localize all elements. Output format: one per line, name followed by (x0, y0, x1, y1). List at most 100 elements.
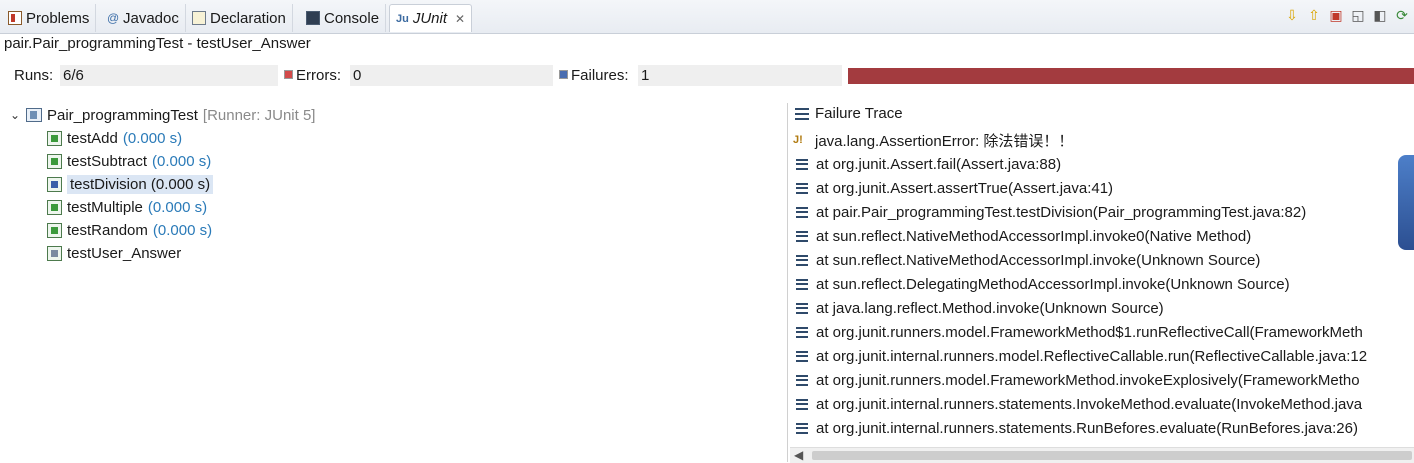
tab-label: Console (324, 9, 380, 27)
tab-label: Javadoc (123, 9, 179, 27)
rerun-icon[interactable]: ⟳ (1394, 7, 1410, 23)
suite-runner: [Runner: JUnit 5] (202, 106, 316, 124)
tree-test-item[interactable]: testRandom (0.000 s) (47, 219, 212, 241)
progress-bar (848, 68, 1414, 84)
stack-frame-icon (796, 422, 808, 434)
test-name: testMultiple (67, 198, 143, 216)
tree-test-item-selected[interactable]: testDivision (0.000 s) (47, 173, 214, 195)
test-time: (0.000 s) (150, 175, 211, 193)
view-toolbar: ⇩ ⇧ ▣ ◱ ◧ ⟳ (1284, 7, 1410, 23)
test-pass-icon (47, 130, 62, 146)
exception-icon: J! (793, 134, 803, 146)
stack-frame-icon (796, 302, 808, 314)
scroll-left-icon[interactable]: ◀ (794, 448, 803, 462)
failure-trace-list: J! java.lang.AssertionError: 除法错误！！ at o… (790, 128, 1414, 448)
trace-text: at org.junit.runners.model.FrameworkMeth… (816, 371, 1360, 389)
failure-icon (559, 70, 568, 79)
show-failures-only-icon[interactable]: ▣ (1328, 7, 1344, 23)
stack-frame-icon (796, 230, 808, 242)
close-tab-icon[interactable]: ✕ (455, 12, 465, 26)
failures-label: Failures: (571, 67, 629, 84)
stack-frame-icon (796, 254, 808, 266)
trace-line[interactable]: at sun.reflect.NativeMethodAccessorImpl.… (796, 225, 1251, 247)
test-time: (0.000 s) (152, 152, 212, 170)
stack-frame-icon (796, 206, 808, 218)
trace-line[interactable]: J! java.lang.AssertionError: 除法错误！！ (793, 129, 1073, 151)
failure-trace-title: Failure Trace (815, 105, 903, 122)
runs-label: Runs: (14, 67, 54, 84)
console-icon (306, 11, 320, 25)
trace-text: at org.junit.internal.runners.statements… (816, 395, 1363, 413)
test-name: testUser_Answer (67, 244, 182, 262)
tab-declaration[interactable]: Declaration (186, 4, 293, 32)
test-pass-icon (47, 199, 62, 215)
stack-frame-icon (796, 158, 808, 170)
horizontal-scrollbar[interactable]: ◀ (790, 447, 1414, 463)
tab-label: Problems (26, 9, 90, 27)
problems-icon (8, 11, 22, 25)
trace-line[interactable]: at org.junit.runners.model.FrameworkMeth… (796, 321, 1363, 343)
scrollbar-thumb[interactable] (812, 451, 1412, 460)
trace-text: at org.junit.Assert.fail(Assert.java:88) (816, 155, 1062, 173)
error-icon (284, 70, 293, 79)
declaration-icon (192, 11, 206, 25)
trace-text: at java.lang.reflect.Method.invoke(Unkno… (816, 299, 1164, 317)
next-failure-icon[interactable]: ⇩ (1284, 7, 1300, 23)
collapse-icon[interactable]: ⌄ (10, 108, 20, 122)
test-fail-icon (47, 176, 62, 192)
tab-javadoc[interactable]: @ Javadoc (101, 4, 186, 32)
tab-problems[interactable]: Problems (2, 4, 97, 32)
trace-line[interactable]: at sun.reflect.DelegatingMethodAccessorI… (796, 273, 1290, 295)
test-name: testAdd (67, 129, 118, 147)
trace-text: java.lang.AssertionError: 除法错误！！ (815, 132, 1074, 150)
trace-line[interactable]: at org.junit.Assert.fail(Assert.java:88) (796, 153, 1061, 175)
test-pass-icon (47, 153, 62, 169)
runs-value: 6/6 (60, 65, 278, 86)
layout-icon[interactable]: ◧ (1372, 7, 1388, 23)
trace-text: at org.junit.internal.runners.statements… (816, 419, 1358, 437)
test-running-icon (47, 245, 62, 261)
test-label-selected: testDivision (0.000 s) (67, 174, 214, 194)
stack-frame-icon (796, 326, 808, 338)
trace-line[interactable]: at org.junit.internal.runners.statements… (796, 393, 1362, 415)
trace-text: at sun.reflect.DelegatingMethodAccessorI… (816, 275, 1290, 293)
trace-text: at org.junit.runners.model.FrameworkMeth… (816, 323, 1363, 341)
trace-line[interactable]: at java.lang.reflect.Method.invoke(Unkno… (796, 297, 1164, 319)
trace-text: at pair.Pair_programmingTest.testDivisio… (816, 203, 1307, 221)
view-tab-bar: Problems @ Javadoc Declaration Console J… (0, 0, 1414, 34)
trace-text: at sun.reflect.NativeMethodAccessorImpl.… (816, 251, 1261, 269)
errors-value: 0 (350, 65, 553, 86)
test-time: (0.000 s) (147, 198, 208, 216)
trace-text: at org.junit.internal.runners.model.Refl… (816, 347, 1368, 365)
trace-text: at org.junit.Assert.assertTrue(Assert.ja… (816, 179, 1114, 197)
failure-trace-header: Failure Trace (795, 105, 903, 122)
tree-test-item[interactable]: testSubtract (0.000 s) (47, 150, 211, 172)
trace-line[interactable]: at org.junit.internal.runners.statements… (796, 417, 1358, 439)
junit-icon: Ju (396, 12, 409, 25)
scroll-lock-icon[interactable]: ◱ (1350, 7, 1366, 23)
suite-name: Pair_programmingTest (47, 106, 198, 124)
test-pass-icon (47, 222, 62, 238)
trace-line[interactable]: at pair.Pair_programmingTest.testDivisio… (796, 201, 1306, 223)
trace-line[interactable]: at org.junit.runners.model.FrameworkMeth… (796, 369, 1360, 391)
status-line: pair.Pair_programmingTest - testUser_Ans… (4, 35, 311, 52)
trace-line[interactable]: at org.junit.Assert.assertTrue(Assert.ja… (796, 177, 1113, 199)
trace-line[interactable]: at org.junit.internal.runners.model.Refl… (796, 345, 1367, 367)
tree-test-item[interactable]: testMultiple (0.000 s) (47, 196, 207, 218)
trace-line[interactable]: at sun.reflect.NativeMethodAccessorImpl.… (796, 249, 1260, 271)
tree-test-item[interactable]: testAdd (0.000 s) (47, 127, 182, 149)
trace-text: at sun.reflect.NativeMethodAccessorImpl.… (816, 227, 1252, 245)
stack-frame-icon (796, 182, 808, 194)
floating-widget-icon[interactable] (1398, 155, 1414, 250)
tree-suite[interactable]: Pair_programmingTest [Runner: JUnit 5] (26, 104, 315, 126)
previous-failure-icon[interactable]: ⇧ (1306, 7, 1322, 23)
tab-junit[interactable]: Ju JUnit ✕ (389, 4, 473, 32)
test-name: testRandom (67, 221, 148, 239)
tree-test-item[interactable]: testUser_Answer (47, 242, 181, 264)
tab-console[interactable]: Console (300, 4, 387, 32)
stack-frame-icon (796, 398, 808, 410)
tab-label: JUnit (412, 10, 448, 27)
test-suite-icon (26, 108, 42, 122)
test-name: testSubtract (67, 152, 148, 170)
javadoc-icon: @ (107, 11, 120, 25)
